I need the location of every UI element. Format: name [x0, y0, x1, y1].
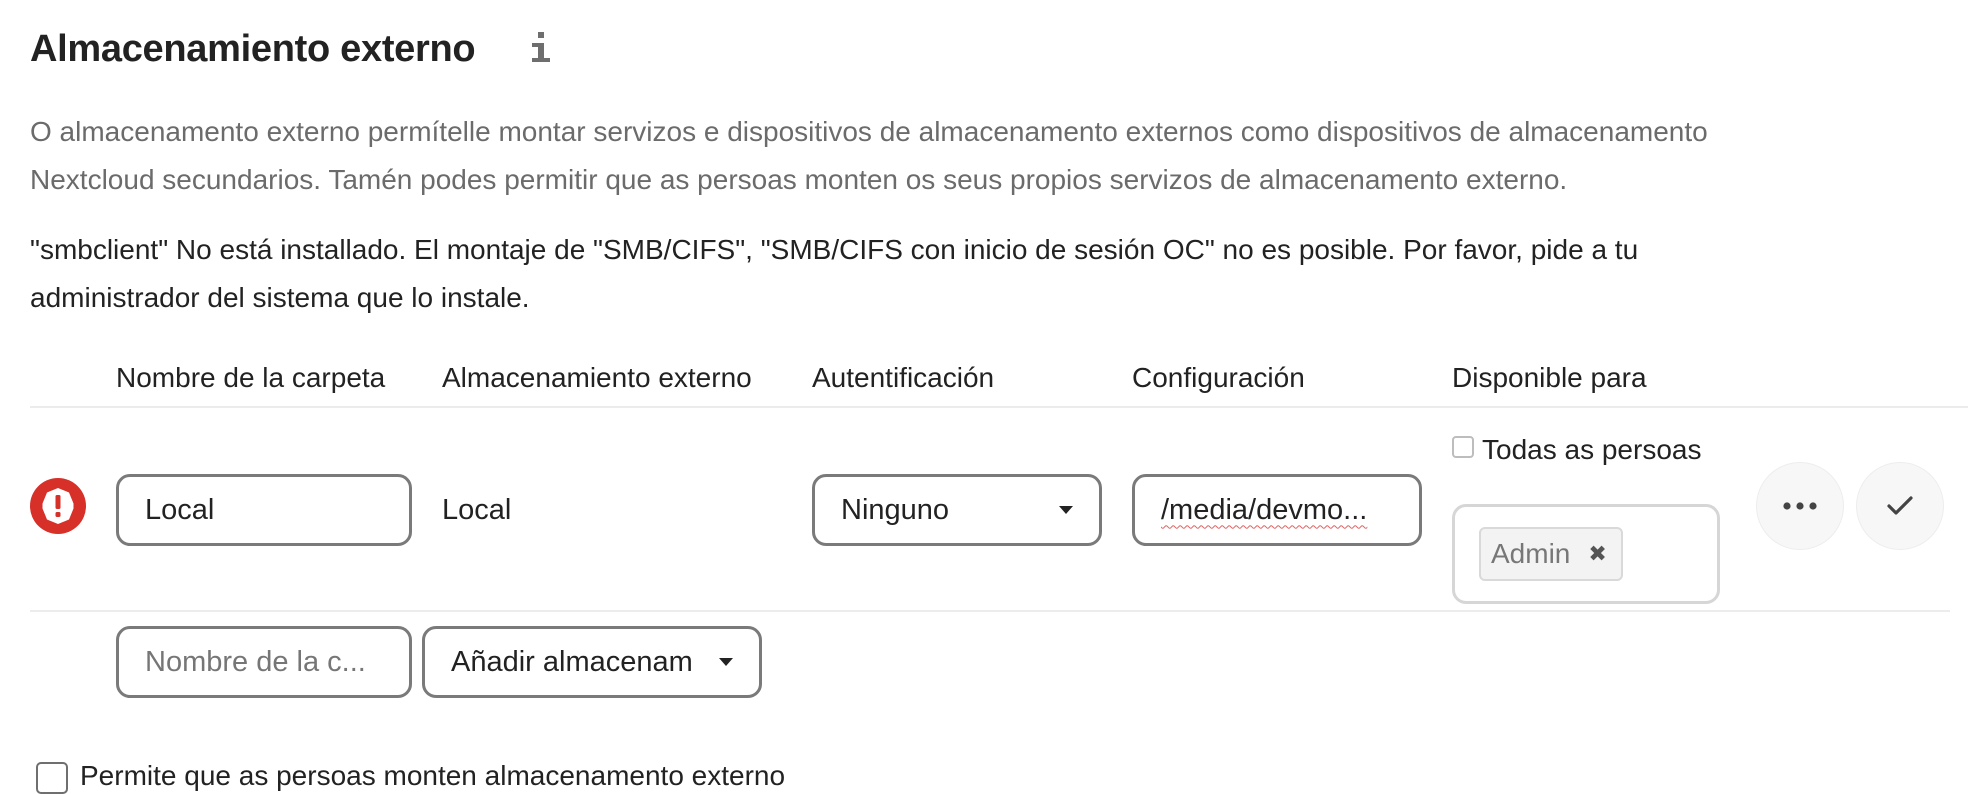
- new-folder-name-placeholder: Nombre de la c...: [145, 645, 366, 678]
- add-storage-label: Añadir almacenam: [451, 645, 693, 678]
- section-description: O almacenamento externo permítelle monta…: [30, 108, 1930, 204]
- applicable-users-select[interactable]: Admin ✖: [1452, 504, 1720, 604]
- configuration-input[interactable]: /media/devmo...: [1132, 474, 1422, 546]
- smbclient-warning: "smbclient" No está installado. El monta…: [30, 226, 1930, 322]
- header-external-storage: Almacenamiento externo: [442, 362, 752, 393]
- info-icon[interactable]: [528, 30, 554, 68]
- warning-line: "smbclient" No está installado. El monta…: [30, 234, 1639, 265]
- error-icon[interactable]: [30, 478, 86, 534]
- header-authentication: Autentificación: [812, 362, 995, 393]
- allow-user-mounting-label: Permite que as persoas monten almacename…: [80, 760, 786, 791]
- chevron-down-icon: [1059, 506, 1073, 514]
- folder-name-value: Local: [145, 493, 215, 526]
- page-title: Almacenamiento externo: [30, 28, 476, 70]
- all-users-label: Todas as persoas: [1482, 434, 1702, 465]
- configuration-value: /media/devmo...: [1161, 493, 1368, 526]
- authentication-value: Ninguno: [841, 493, 950, 526]
- more-icon: [1783, 502, 1817, 510]
- allow-user-mounting-checkbox[interactable]: [36, 762, 68, 794]
- description-line: Nextcloud secundarios. Tamén podes permi…: [30, 164, 1568, 195]
- description-line: O almacenamento externo permítelle monta…: [30, 116, 1708, 147]
- authentication-select[interactable]: Ninguno: [812, 474, 1102, 546]
- applicable-tag: Admin ✖: [1479, 527, 1623, 581]
- add-storage-select[interactable]: Añadir almacenam: [422, 626, 762, 698]
- warning-line: administrador del sistema que lo instale…: [30, 282, 530, 313]
- header-available-for: Disponible para: [1452, 362, 1647, 393]
- checkmark-icon: [1887, 496, 1913, 515]
- save-button[interactable]: [1856, 462, 1944, 550]
- header-configuration: Configuración: [1132, 362, 1305, 393]
- more-actions-button[interactable]: [1756, 462, 1844, 550]
- header-divider: [30, 406, 1968, 408]
- folder-name-input[interactable]: Local: [116, 474, 412, 546]
- storage-type: Local: [442, 494, 512, 526]
- all-users-checkbox[interactable]: [1452, 436, 1474, 458]
- row-divider: [30, 610, 1950, 612]
- chevron-down-icon: [719, 658, 733, 666]
- header-folder-name: Nombre de la carpeta: [116, 362, 386, 393]
- close-icon[interactable]: ✖: [1588, 541, 1606, 567]
- tag-label: Admin: [1491, 538, 1571, 569]
- new-folder-name-input[interactable]: Nombre de la c...: [116, 626, 412, 698]
